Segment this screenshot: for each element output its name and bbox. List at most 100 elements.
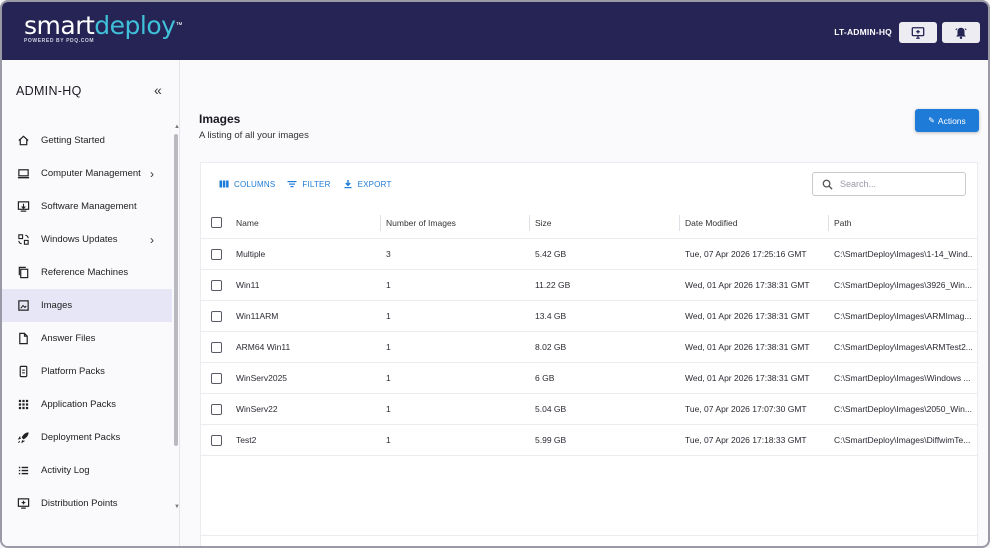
scroll-up-arrow[interactable]: ▲ bbox=[174, 124, 180, 130]
sidebar-scrollbar-thumb[interactable] bbox=[174, 134, 178, 446]
sidebar-item-label: Distribution Points bbox=[41, 498, 118, 509]
table-row[interactable]: WinServ2025 1 6 GB Wed, 01 Apr 2026 17:3… bbox=[201, 363, 977, 394]
row-checkbox[interactable] bbox=[211, 373, 222, 384]
sidebar-item-getting-started[interactable]: Getting Started bbox=[2, 124, 172, 157]
updates-icon bbox=[16, 233, 30, 247]
row-checkbox[interactable] bbox=[211, 249, 222, 260]
search-icon bbox=[822, 179, 833, 190]
sidebar-item-answer-files[interactable]: Answer Files bbox=[2, 322, 172, 355]
sidebar-item-software-management[interactable]: Software Management bbox=[2, 190, 172, 223]
export-button[interactable]: EXPORT bbox=[343, 179, 392, 189]
column-header-path[interactable]: Path bbox=[834, 207, 972, 238]
cell-number-of-images: 1 bbox=[386, 342, 391, 352]
sidebar-item-deployment-packs[interactable]: Deployment Packs bbox=[2, 421, 172, 454]
rocket-icon bbox=[16, 431, 30, 445]
smartdeploy-logo[interactable]: smartdeploy™ POWERED BY PDQ.COM bbox=[24, 12, 182, 45]
column-header-name[interactable]: Name bbox=[236, 207, 376, 238]
bell-icon bbox=[955, 27, 967, 39]
cell-number-of-images: 3 bbox=[386, 249, 391, 259]
sidebar-item-application-packs[interactable]: Application Packs bbox=[2, 388, 172, 421]
table-row[interactable]: Win11 1 11.22 GB Wed, 01 Apr 2026 17:38:… bbox=[201, 270, 977, 301]
column-header-number-of-images[interactable]: Number of Images bbox=[386, 207, 526, 238]
row-checkbox[interactable] bbox=[211, 342, 222, 353]
sidebar-item-label: Answer Files bbox=[41, 333, 96, 344]
cell-date-modified: Wed, 01 Apr 2026 17:38:31 GMT bbox=[685, 342, 810, 352]
collapse-sidebar-button[interactable]: « bbox=[154, 82, 162, 98]
distribution-icon bbox=[16, 497, 30, 511]
cell-name: Win11 bbox=[236, 280, 260, 290]
software-icon bbox=[16, 200, 30, 214]
page-subtitle: A listing of all your images bbox=[199, 130, 309, 141]
cell-date-modified: Wed, 01 Apr 2026 17:38:31 GMT bbox=[685, 373, 810, 383]
table-footer-divider bbox=[201, 535, 977, 536]
cell-date-modified: Tue, 07 Apr 2026 17:07:30 GMT bbox=[685, 404, 807, 414]
sidebar-item-label: Getting Started bbox=[41, 135, 105, 146]
cell-path: C:\SmartDeploy\Images\2050_Win... bbox=[834, 404, 972, 414]
table-row[interactable]: Test2 1 5.99 GB Tue, 07 Apr 2026 17:18:3… bbox=[201, 425, 977, 456]
search-input[interactable] bbox=[840, 179, 950, 189]
cell-path: C:\SmartDeploy\Images\1-14_Wind... bbox=[834, 249, 972, 259]
sidebar-item-activity-log[interactable]: Activity Log bbox=[2, 454, 172, 487]
cell-date-modified: Wed, 01 Apr 2026 17:38:31 GMT bbox=[685, 280, 810, 290]
machine-name: ADMIN-HQ bbox=[16, 84, 82, 98]
column-header-size[interactable]: Size bbox=[535, 207, 675, 238]
pin-icon: ✎ bbox=[928, 116, 935, 125]
cell-path: C:\SmartDeploy\Images\DiffwimTe... bbox=[834, 435, 971, 445]
sidebar-item-windows-updates[interactable]: Windows Updates › bbox=[2, 223, 172, 256]
hostname-label: LT-ADMIN-HQ bbox=[834, 27, 892, 37]
table-row[interactable]: WinServ22 1 5.04 GB Tue, 07 Apr 2026 17:… bbox=[201, 394, 977, 425]
columns-icon bbox=[219, 180, 229, 188]
top-header: smartdeploy™ POWERED BY PDQ.COM LT-ADMIN… bbox=[2, 2, 988, 60]
actions-button[interactable]: ✎ Actions bbox=[915, 109, 979, 132]
remote-console-button[interactable] bbox=[899, 22, 937, 43]
notifications-button[interactable] bbox=[942, 22, 980, 43]
table-row[interactable]: Win11ARM 1 13.4 GB Wed, 01 Apr 2026 17:3… bbox=[201, 301, 977, 332]
columns-button[interactable]: COLUMNS bbox=[219, 179, 275, 189]
sidebar: ADMIN-HQ « Getting Started Computer Mana… bbox=[2, 60, 180, 546]
sidebar-item-label: Deployment Packs bbox=[41, 432, 121, 443]
cell-number-of-images: 1 bbox=[386, 280, 391, 290]
cell-date-modified: Tue, 07 Apr 2026 17:18:33 GMT bbox=[685, 435, 807, 445]
app-window: smartdeploy™ POWERED BY PDQ.COM LT-ADMIN… bbox=[0, 0, 990, 548]
main-content: Images A listing of all your images ✎ Ac… bbox=[181, 60, 988, 546]
cell-name: Multiple bbox=[236, 249, 266, 259]
cell-size: 11.22 GB bbox=[535, 280, 571, 290]
filter-button[interactable]: FILTER bbox=[287, 179, 330, 189]
row-checkbox[interactable] bbox=[211, 311, 222, 322]
sidebar-item-label: Computer Management bbox=[41, 168, 141, 179]
page-title: Images bbox=[199, 112, 241, 126]
row-checkbox[interactable] bbox=[211, 404, 222, 415]
cell-size: 6 GB bbox=[535, 373, 555, 383]
sidebar-item-reference-machines[interactable]: Reference Machines bbox=[2, 256, 172, 289]
sidebar-item-label: Software Management bbox=[41, 201, 137, 212]
cell-path: C:\SmartDeploy\Images\ARMImag... bbox=[834, 311, 972, 321]
cell-size: 5.42 GB bbox=[535, 249, 567, 259]
search-box[interactable] bbox=[812, 172, 966, 196]
cell-name: WinServ2025 bbox=[236, 373, 288, 383]
sidebar-item-platform-packs[interactable]: Platform Packs bbox=[2, 355, 172, 388]
sidebar-item-computer-management[interactable]: Computer Management › bbox=[2, 157, 172, 190]
chevron-right-icon: › bbox=[150, 167, 154, 181]
monitor-add-icon bbox=[911, 26, 925, 39]
sidebar-item-images[interactable]: Images bbox=[2, 289, 172, 322]
scroll-down-arrow[interactable]: ▼ bbox=[174, 504, 180, 510]
table-row[interactable]: ARM64 Win11 1 8.02 GB Wed, 01 Apr 2026 1… bbox=[201, 332, 977, 363]
images-table: Name Number of Images Size Date Modified… bbox=[201, 207, 977, 456]
table-row[interactable]: Multiple 3 5.42 GB Tue, 07 Apr 2026 17:2… bbox=[201, 239, 977, 270]
cell-number-of-images: 1 bbox=[386, 404, 391, 414]
sidebar-item-label: Windows Updates bbox=[41, 234, 118, 245]
cell-path: C:\SmartDeploy\Images\3926_Win... bbox=[834, 280, 972, 290]
row-checkbox[interactable] bbox=[211, 435, 222, 446]
column-header-date-modified[interactable]: Date Modified bbox=[685, 207, 825, 238]
filter-icon bbox=[287, 181, 297, 188]
row-checkbox[interactable] bbox=[211, 280, 222, 291]
image-icon bbox=[16, 299, 30, 313]
sidebar-nav: Getting Started Computer Management › So… bbox=[2, 124, 172, 520]
file-icon bbox=[16, 332, 30, 346]
cell-number-of-images: 1 bbox=[386, 373, 391, 383]
select-all-checkbox[interactable] bbox=[211, 217, 222, 228]
sidebar-item-distribution-points[interactable]: Distribution Points bbox=[2, 487, 172, 520]
sidebar-item-label: Images bbox=[41, 300, 73, 311]
sidebar-item-label: Activity Log bbox=[41, 465, 90, 476]
cell-size: 13.4 GB bbox=[535, 311, 567, 321]
